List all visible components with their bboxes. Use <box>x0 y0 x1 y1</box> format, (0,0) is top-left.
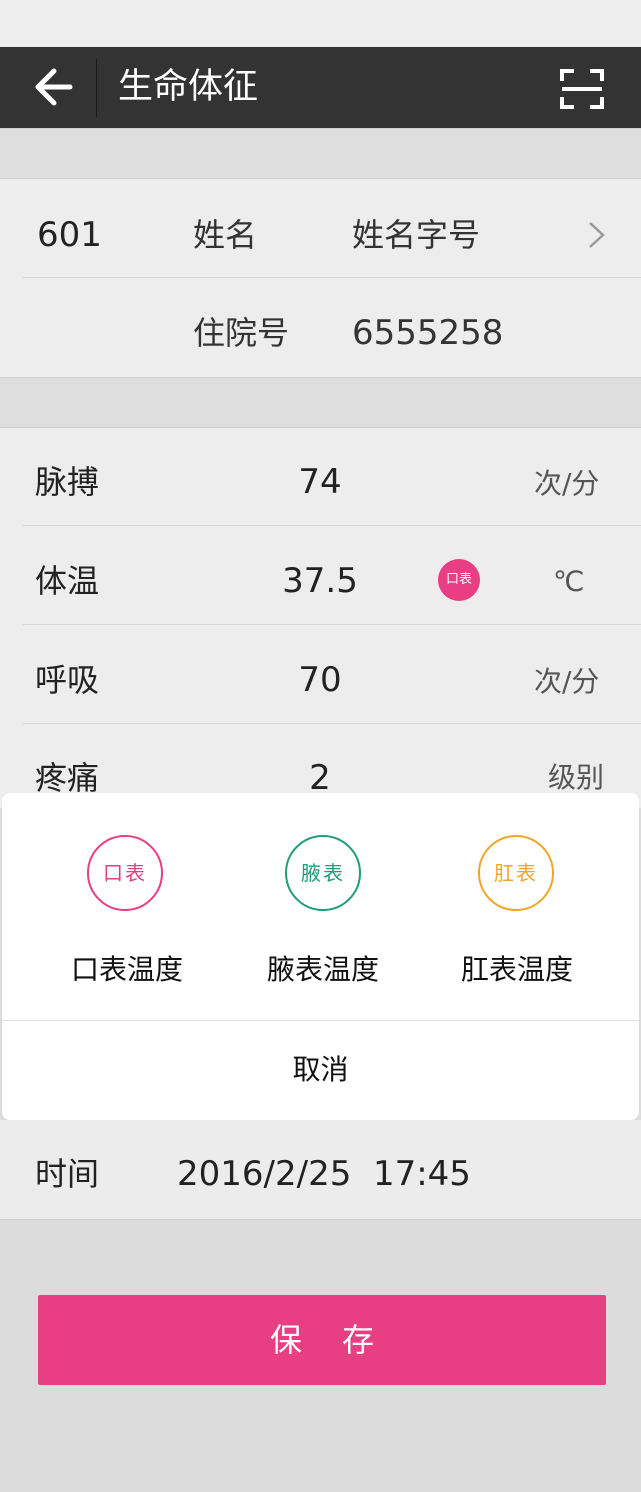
divider <box>23 624 641 625</box>
scan-button[interactable] <box>560 69 604 109</box>
time-value[interactable]: 2016/2/25 17:45 <box>177 1157 471 1191</box>
temperature-method-badge[interactable]: 口表 <box>438 559 480 601</box>
patient-card[interactable] <box>0 179 641 377</box>
time-label: 时间 <box>35 1155 100 1193</box>
name-value: 姓名字号 <box>352 216 481 254</box>
temperature-label: 体温 <box>35 562 100 600</box>
rectal-thermometer-icon[interactable]: 肛表 <box>478 835 554 911</box>
pulse-value[interactable]: 74 <box>260 465 380 499</box>
pain-label: 疼痛 <box>35 759 100 797</box>
respiration-value[interactable]: 70 <box>260 663 380 697</box>
pulse-unit: 次/分 <box>534 467 600 500</box>
arrow-left-icon <box>35 68 73 106</box>
temperature-value[interactable]: 37.5 <box>260 564 380 598</box>
divider <box>23 525 641 526</box>
back-button[interactable] <box>30 65 78 109</box>
temperature-unit: ℃ <box>553 565 585 598</box>
status-bar <box>0 0 641 47</box>
respiration-label: 呼吸 <box>35 661 100 699</box>
header-bar: 生命体征 <box>0 47 641 128</box>
axillary-thermometer-icon[interactable]: 腋表 <box>285 835 361 911</box>
name-label: 姓名 <box>193 216 258 254</box>
section-gap <box>0 377 641 428</box>
oral-temperature-option[interactable]: 口表温度 <box>71 956 183 984</box>
axillary-temperature-option[interactable]: 腋表温度 <box>267 956 379 984</box>
oral-thermometer-icon[interactable]: 口表 <box>87 835 163 911</box>
pain-value[interactable]: 2 <box>260 761 380 795</box>
divider <box>23 723 641 724</box>
page-title: 生命体征 <box>118 67 259 107</box>
bed-number: 601 <box>37 215 102 255</box>
divider <box>23 277 641 278</box>
save-button[interactable]: 保存 <box>38 1295 606 1385</box>
pulse-label: 脉搏 <box>35 463 100 501</box>
header-divider <box>96 59 97 117</box>
pain-unit: 级别 <box>548 761 605 794</box>
respiration-unit: 次/分 <box>534 665 600 698</box>
time-row[interactable]: 时间 2016/2/25 17:45 <box>0 1120 641 1220</box>
chevron-right-icon[interactable] <box>586 220 608 250</box>
section-gap <box>0 128 641 179</box>
cancel-button[interactable]: 取消 <box>2 1020 639 1120</box>
admission-value: 6555258 <box>352 313 504 353</box>
admission-label: 住院号 <box>193 314 290 352</box>
scan-icon <box>560 69 604 109</box>
rectal-temperature-option[interactable]: 肛表温度 <box>461 956 573 984</box>
temperature-method-sheet: 口表 口表温度 腋表 腋表温度 肛表 肛表温度 取消 <box>2 793 639 1120</box>
